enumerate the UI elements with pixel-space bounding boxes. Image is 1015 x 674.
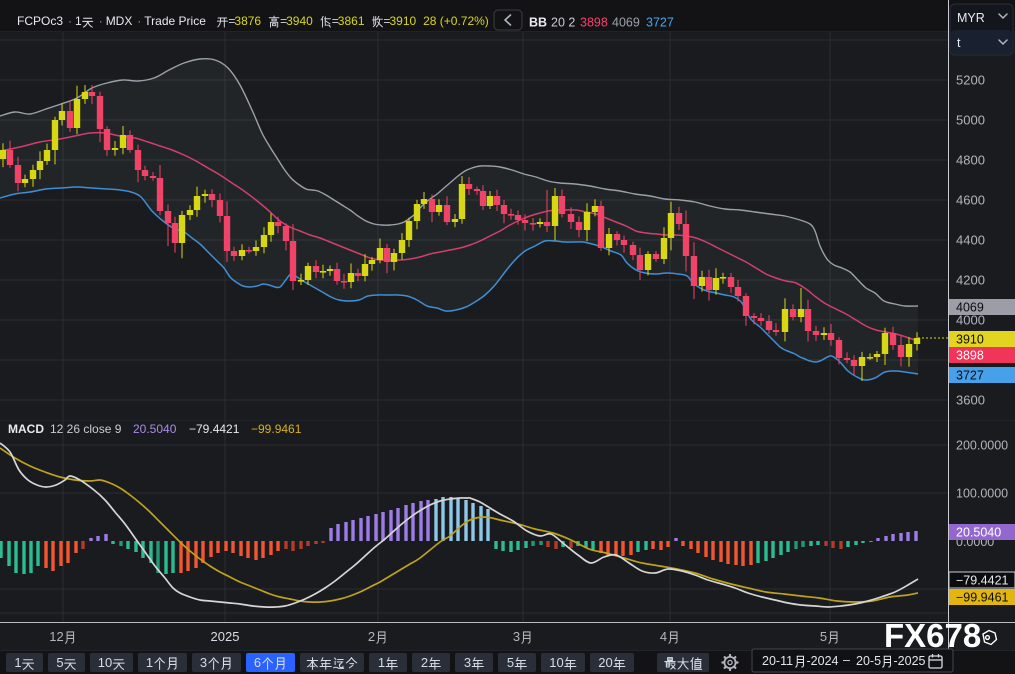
svg-text:5: 5 xyxy=(56,655,63,670)
svg-text:20: 20 xyxy=(598,655,612,670)
svg-text:-2024: -2024 xyxy=(807,654,839,668)
svg-text:3727: 3727 xyxy=(956,368,984,382)
svg-text:·: · xyxy=(137,14,141,28)
svg-text:Trade Price: Trade Price xyxy=(144,14,206,28)
svg-text:20-5: 20-5 xyxy=(856,654,881,668)
svg-text:10: 10 xyxy=(98,655,112,670)
svg-text:1: 1 xyxy=(75,14,82,28)
svg-text:20 2: 20 2 xyxy=(551,16,575,30)
svg-text:2: 2 xyxy=(421,655,428,670)
svg-text:3940: 3940 xyxy=(286,14,313,28)
svg-text:4: 4 xyxy=(660,629,667,644)
svg-text:FX678: FX678 xyxy=(884,617,981,654)
svg-text:3910: 3910 xyxy=(390,14,417,28)
svg-text:4069: 4069 xyxy=(956,300,984,314)
svg-text:3898: 3898 xyxy=(956,348,984,362)
svg-text:3727: 3727 xyxy=(646,16,674,30)
svg-text:2025: 2025 xyxy=(211,629,240,644)
svg-text:12 26 close 9: 12 26 close 9 xyxy=(50,422,122,436)
svg-text:5000: 5000 xyxy=(956,113,985,128)
svg-text:4069: 4069 xyxy=(612,16,640,30)
svg-text:BB: BB xyxy=(529,16,547,30)
svg-text:3898: 3898 xyxy=(580,16,608,30)
svg-text:2: 2 xyxy=(368,629,375,644)
svg-text:·: · xyxy=(68,14,72,28)
svg-text:–: – xyxy=(843,653,850,667)
svg-text:100.0000: 100.0000 xyxy=(956,487,1008,501)
svg-text:200.0000: 200.0000 xyxy=(956,439,1008,453)
svg-text:MDX: MDX xyxy=(106,14,133,28)
svg-text:3: 3 xyxy=(200,655,207,670)
svg-text:MYR: MYR xyxy=(957,11,985,25)
svg-text:3876: 3876 xyxy=(234,14,261,28)
svg-text:1: 1 xyxy=(378,655,385,670)
svg-text:4600: 4600 xyxy=(956,193,985,208)
svg-text:FCPOc3: FCPOc3 xyxy=(17,14,63,28)
svg-text:3910: 3910 xyxy=(956,332,984,346)
svg-text:3: 3 xyxy=(513,629,520,644)
svg-text:6: 6 xyxy=(254,655,261,670)
svg-text:4200: 4200 xyxy=(956,273,985,288)
svg-text:20.5040: 20.5040 xyxy=(956,525,1001,539)
svg-text:·: · xyxy=(99,14,103,28)
svg-text:10: 10 xyxy=(549,655,563,670)
svg-text:1: 1 xyxy=(146,655,153,670)
svg-text:MACD: MACD xyxy=(8,422,44,436)
svg-text:3: 3 xyxy=(464,655,471,670)
svg-text:4400: 4400 xyxy=(956,233,985,248)
svg-text:5: 5 xyxy=(820,629,827,644)
svg-text:3861: 3861 xyxy=(338,14,365,28)
svg-text:12: 12 xyxy=(49,629,63,644)
svg-text:28 (+0.72%): 28 (+0.72%) xyxy=(423,14,489,28)
svg-text:3600: 3600 xyxy=(956,393,985,408)
svg-text:4800: 4800 xyxy=(956,153,985,168)
svg-text:−99.9461: −99.9461 xyxy=(251,422,302,436)
svg-text:-2025: -2025 xyxy=(894,654,926,668)
svg-text:−79.4421: −79.4421 xyxy=(956,573,1009,587)
svg-text:5: 5 xyxy=(507,655,514,670)
svg-text:5200: 5200 xyxy=(956,73,985,88)
svg-text:−99.9461: −99.9461 xyxy=(956,590,1009,604)
svg-text:1: 1 xyxy=(14,655,21,670)
svg-text:20-11: 20-11 xyxy=(762,654,793,668)
svg-text:t: t xyxy=(957,36,961,50)
svg-text:−79.4421: −79.4421 xyxy=(189,422,240,436)
svg-text:20.5040: 20.5040 xyxy=(133,422,177,436)
